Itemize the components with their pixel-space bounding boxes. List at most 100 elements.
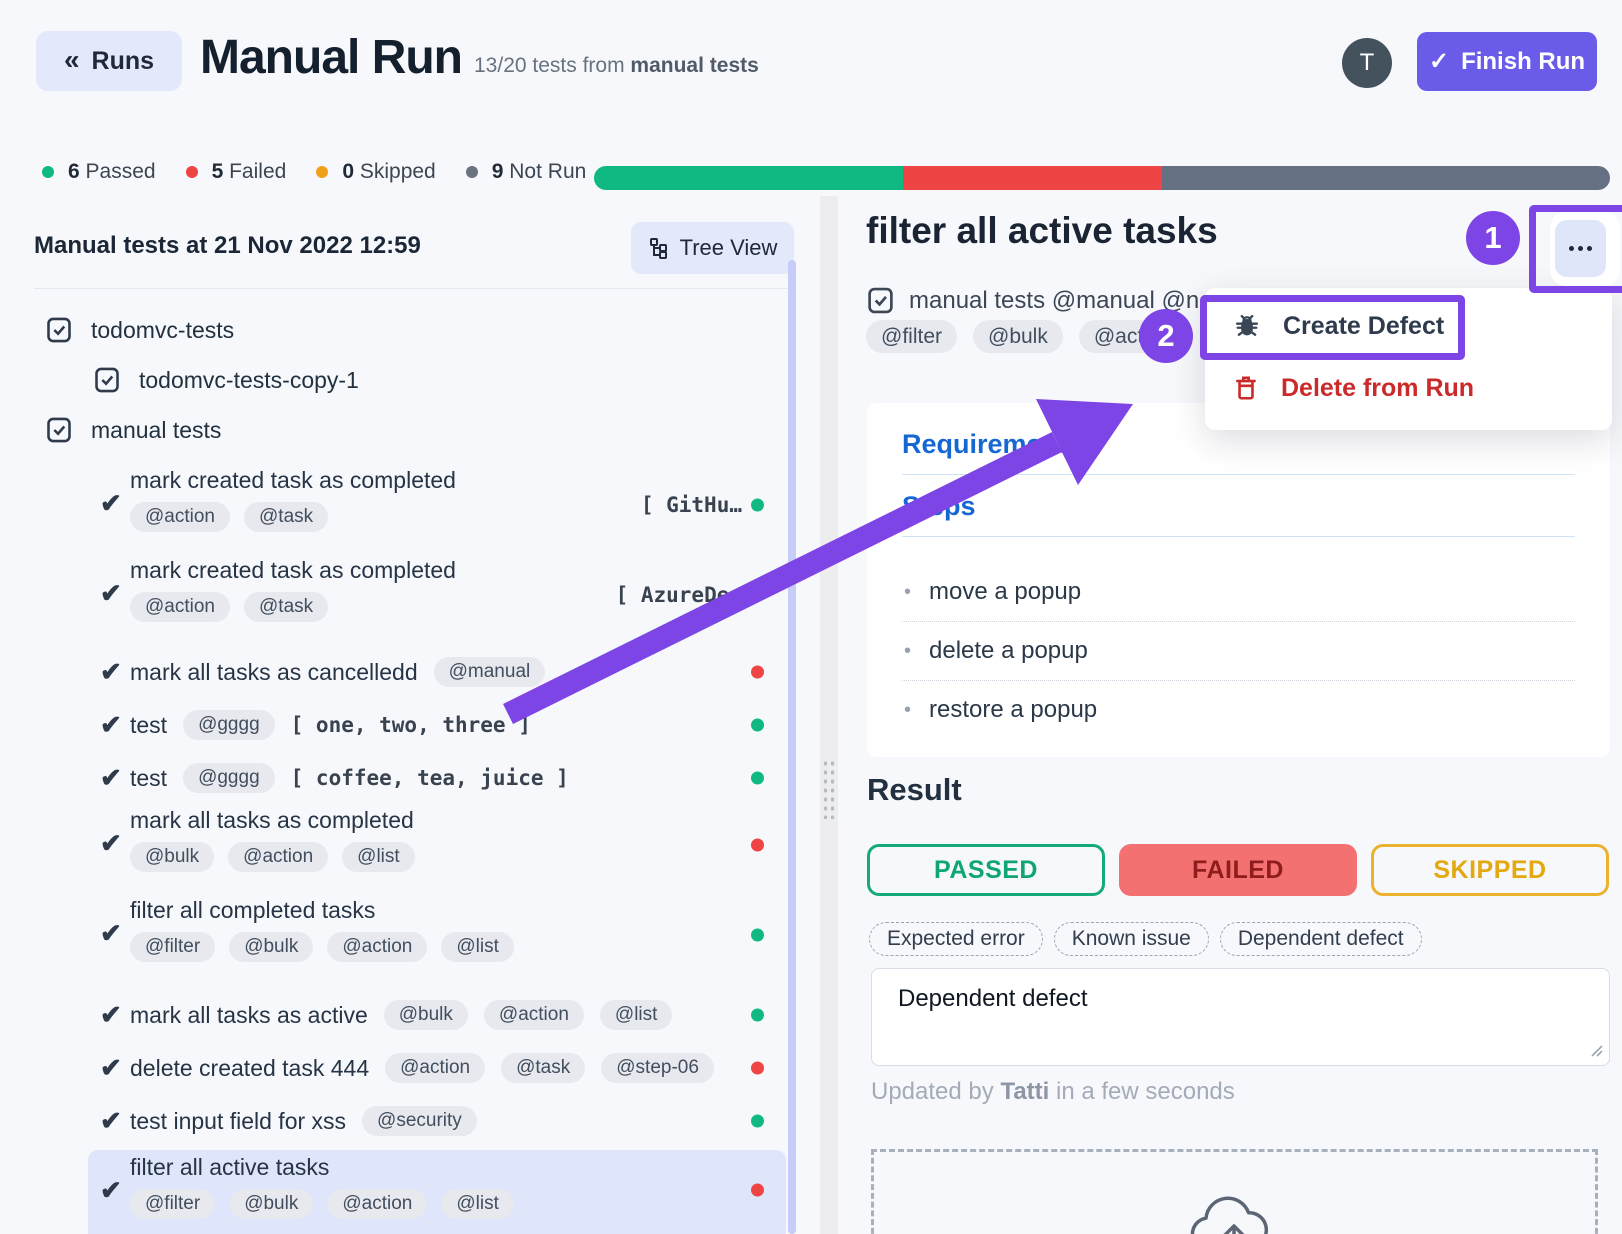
avatar[interactable]: T <box>1342 38 1392 88</box>
test-case-icon <box>45 316 73 344</box>
check-icon: ✔ <box>100 1001 122 1027</box>
left-panel-scrollbar[interactable] <box>788 260 796 1234</box>
bullet-icon: • <box>904 699 911 722</box>
status-dot-passed <box>751 1009 764 1022</box>
tag-pill: @action <box>385 1053 485 1083</box>
status-dot-passed <box>751 499 764 512</box>
test-run-page: « Runs Manual Run 13/20 tests from manua… <box>0 0 1622 1234</box>
check-icon: ✔ <box>100 711 122 737</box>
check-icon: ✔ <box>100 764 122 790</box>
tag-pill: @action <box>228 842 328 872</box>
delete-from-run-label: Delete from Run <box>1281 374 1474 403</box>
tag-pill: @list <box>441 1189 514 1219</box>
passed-dot-icon <box>42 166 54 178</box>
tag-pill: @step-06 <box>601 1053 714 1083</box>
stat-failed: 5 Failed <box>186 160 287 184</box>
suite-todomvc-tests[interactable]: todomvc-tests <box>45 316 234 344</box>
panel-splitter <box>820 196 838 1234</box>
status-dot-failed <box>751 1062 764 1075</box>
test-detail-title: filter all active tasks <box>866 210 1218 252</box>
tree-view-label: Tree View <box>680 235 778 261</box>
test-row[interactable]: ✔ mark all tasks as completed @bulk @act… <box>88 800 786 890</box>
test-title: test <box>130 712 167 739</box>
status-dot-passed <box>751 1115 764 1128</box>
updated-user: Tatti <box>1000 1078 1049 1105</box>
finish-run-label: Finish Run <box>1461 48 1585 76</box>
result-failed-button[interactable]: FAILED <box>1119 844 1357 896</box>
result-comment-input[interactable]: Dependent defect <box>871 968 1610 1066</box>
tree-view-button[interactable]: Tree View <box>631 222 794 274</box>
status-dot-failed <box>751 666 764 679</box>
test-row[interactable]: ✔ filter all completed tasks @filter @bu… <box>88 890 786 980</box>
annotation-step-2-badge: 2 <box>1139 309 1193 363</box>
check-icon: ✔ <box>100 1107 122 1133</box>
known-issue-tag-button[interactable]: Known issue <box>1054 922 1209 956</box>
test-row[interactable]: ✔ test input field for xss @security <box>88 1099 786 1143</box>
step-item: • restore a popup <box>902 680 1575 739</box>
run-progress-bar <box>594 166 1610 190</box>
tree-view-icon <box>648 237 670 259</box>
splitter-drag-handle[interactable] <box>822 759 836 819</box>
avatar-initial: T <box>1360 49 1375 77</box>
step-text: restore a popup <box>929 696 1097 724</box>
step-item: • delete a popup <box>902 621 1575 680</box>
tag-pill: @action <box>484 1000 584 1030</box>
divider <box>902 536 1575 537</box>
test-title: delete created task 444 <box>130 1055 369 1082</box>
cloud-upload-icon <box>1184 1188 1284 1234</box>
chevron-double-left-icon: « <box>64 44 80 76</box>
result-buttons: PASSED FAILED SKIPPED <box>867 844 1609 896</box>
result-skipped-button[interactable]: SKIPPED <box>1371 844 1609 896</box>
check-icon: ✔ <box>100 1054 122 1080</box>
check-icon: ✔ <box>100 580 122 606</box>
step-item: • move a popup <box>902 563 1575 621</box>
steps-heading[interactable]: Steps <box>902 491 1575 522</box>
test-case-icon <box>45 416 73 444</box>
test-title: filter all completed tasks <box>130 897 514 924</box>
bullet-icon: • <box>904 581 911 604</box>
status-dot-failed <box>751 1184 764 1197</box>
test-row-selected[interactable]: ✔ filter all active tasks @filter @bulk … <box>88 1150 786 1234</box>
dependent-defect-tag-button[interactable]: Dependent defect <box>1220 922 1422 956</box>
breadcrumb-text: manual tests @manual @new <box>909 287 1230 315</box>
stat-not-run: 9 Not Run <box>466 160 587 184</box>
step-text: delete a popup <box>929 637 1088 665</box>
test-case-icon <box>93 366 121 394</box>
tag-pill: @list <box>441 932 514 962</box>
suite-label: todomvc-tests <box>91 317 234 344</box>
suite-manual-tests[interactable]: manual tests <box>45 416 221 444</box>
subtitle-prefix: 13/20 tests from <box>474 54 625 77</box>
textarea-resize-icon[interactable] <box>1588 1042 1604 1058</box>
test-row[interactable]: ✔ mark all tasks as active @bulk @action… <box>88 993 786 1037</box>
back-to-runs-button[interactable]: « Runs <box>36 31 182 91</box>
tag-pill: @task <box>244 502 328 532</box>
finish-run-button[interactable]: ✓ Finish Run <box>1417 32 1597 91</box>
test-row[interactable]: ✔ test @gggg [ one, two, three ] <box>88 703 786 747</box>
delete-from-run-menu-item[interactable]: Delete from Run <box>1205 360 1612 416</box>
annotation-box-more-button <box>1529 205 1622 293</box>
run-subtitle: 13/20 tests from manual tests <box>474 54 759 78</box>
check-icon: ✔ <box>100 1177 122 1203</box>
test-parameter: [ one, two, three ] <box>291 713 531 737</box>
divider <box>902 474 1575 475</box>
status-dot-passed <box>751 929 764 942</box>
test-row[interactable]: ✔ test @gggg [ coffee, tea, juice ] <box>88 756 786 800</box>
test-title: mark all tasks as active <box>130 1002 368 1029</box>
expected-error-tag-button[interactable]: Expected error <box>869 922 1043 956</box>
attachment-dropzone[interactable] <box>871 1149 1598 1234</box>
test-row[interactable]: ✔ mark all tasks as cancelledd @manual <box>88 650 786 694</box>
skipped-dot-icon <box>316 166 328 178</box>
test-row[interactable]: ✔ mark created task as completed @action… <box>88 460 786 550</box>
trash-icon <box>1233 374 1259 402</box>
test-title: mark all tasks as completed <box>130 807 415 834</box>
suite-todomvc-tests-copy-1[interactable]: todomvc-tests-copy-1 <box>93 366 359 394</box>
requirements-heading[interactable]: Requirements <box>902 429 1575 460</box>
test-title: mark all tasks as cancelledd <box>130 659 418 686</box>
status-dot-passed <box>751 772 764 785</box>
test-row[interactable]: ✔ mark created task as completed @action… <box>88 550 786 640</box>
result-passed-button[interactable]: PASSED <box>867 844 1105 896</box>
test-row[interactable]: ✔ delete created task 444 @action @task … <box>88 1046 786 1090</box>
suite-label: todomvc-tests-copy-1 <box>139 367 359 394</box>
result-quick-tags: Expected error Known issue Dependent def… <box>869 922 1422 956</box>
tag-pill: @gggg <box>183 710 275 740</box>
